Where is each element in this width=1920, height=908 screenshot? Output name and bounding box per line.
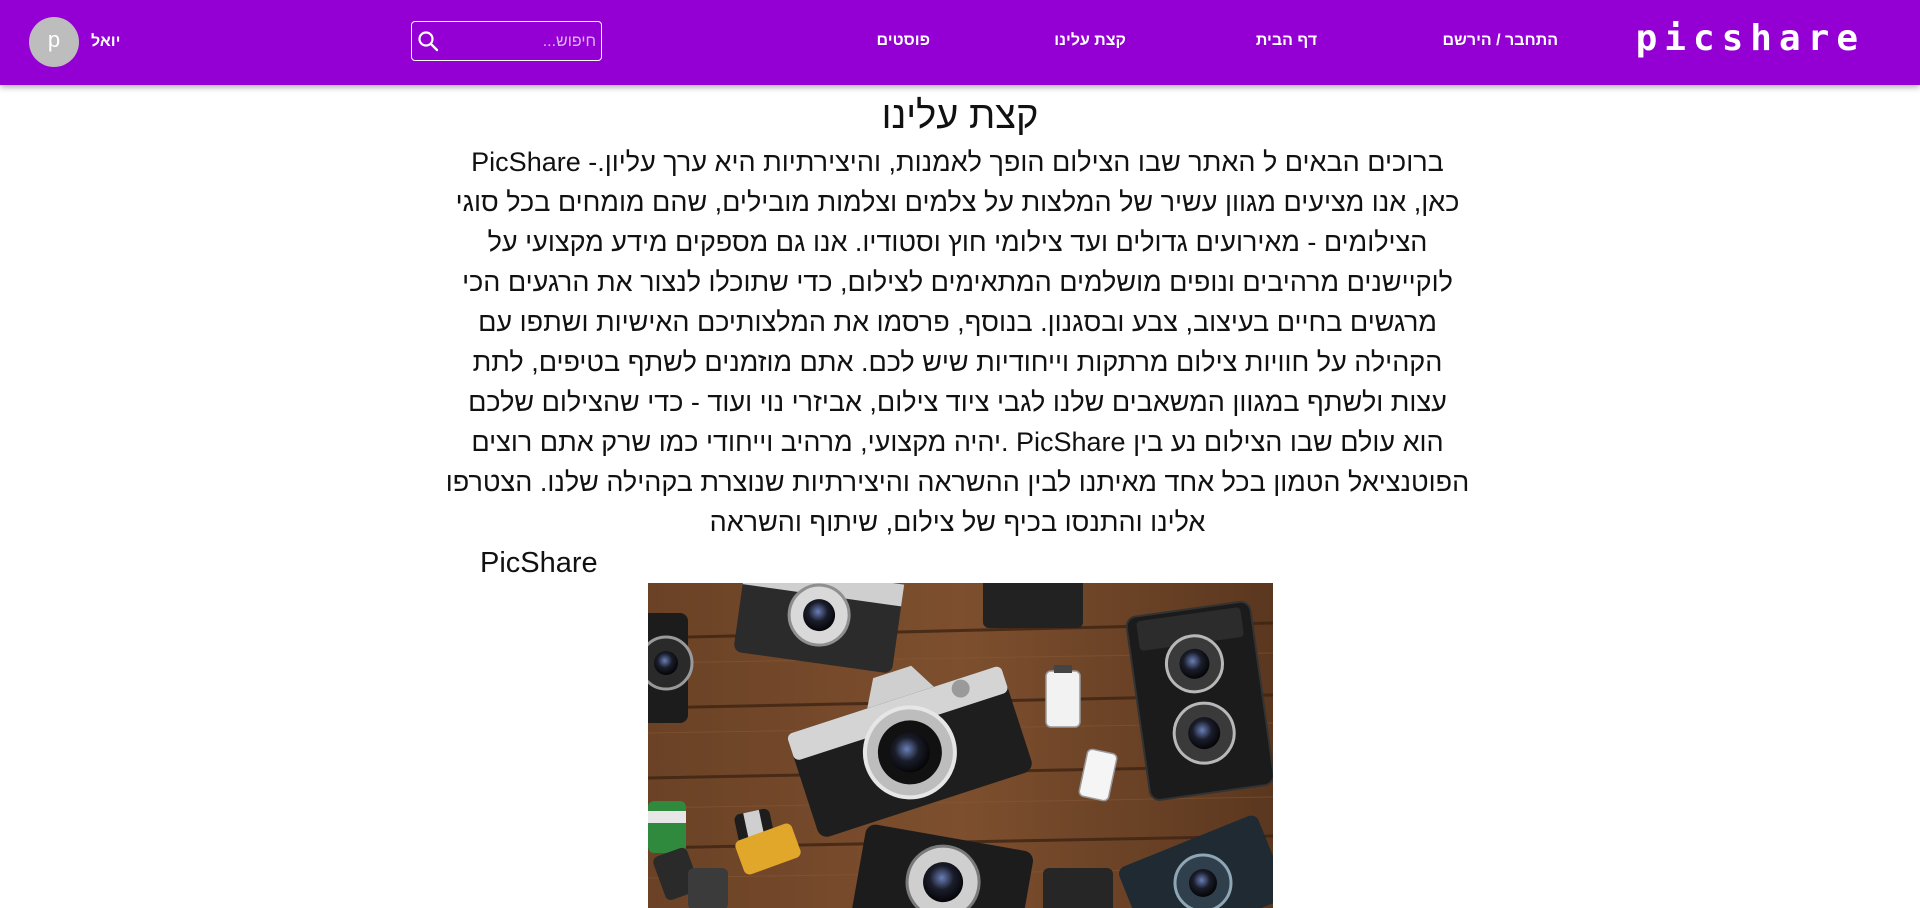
nav-about[interactable]: קצת עלינו — [1054, 32, 1126, 50]
page-title: קצת עלינו — [881, 95, 1039, 137]
search-icon[interactable] — [417, 30, 439, 52]
nav-home[interactable]: דף הבית — [1256, 32, 1317, 50]
search-box[interactable] — [411, 21, 602, 61]
nav-posts[interactable]: פוסטים — [877, 32, 930, 50]
avatar[interactable]: p — [29, 17, 79, 67]
nav-login-register[interactable]: התחבר / הירשם — [1442, 32, 1558, 50]
signature-text: PicShare — [480, 547, 598, 579]
navbar: picshare התחבר / הירשם דף הבית קצת עלינו… — [0, 0, 1920, 85]
brand-logo[interactable]: picshare — [1636, 18, 1865, 59]
cameras-photo — [648, 583, 1273, 908]
user-name[interactable]: יואל — [91, 33, 120, 51]
search-input[interactable] — [444, 24, 598, 60]
about-paragraph: ברוכים הבאים ל האתר שבו הצילום הופך לאמנ… — [445, 147, 1470, 537]
